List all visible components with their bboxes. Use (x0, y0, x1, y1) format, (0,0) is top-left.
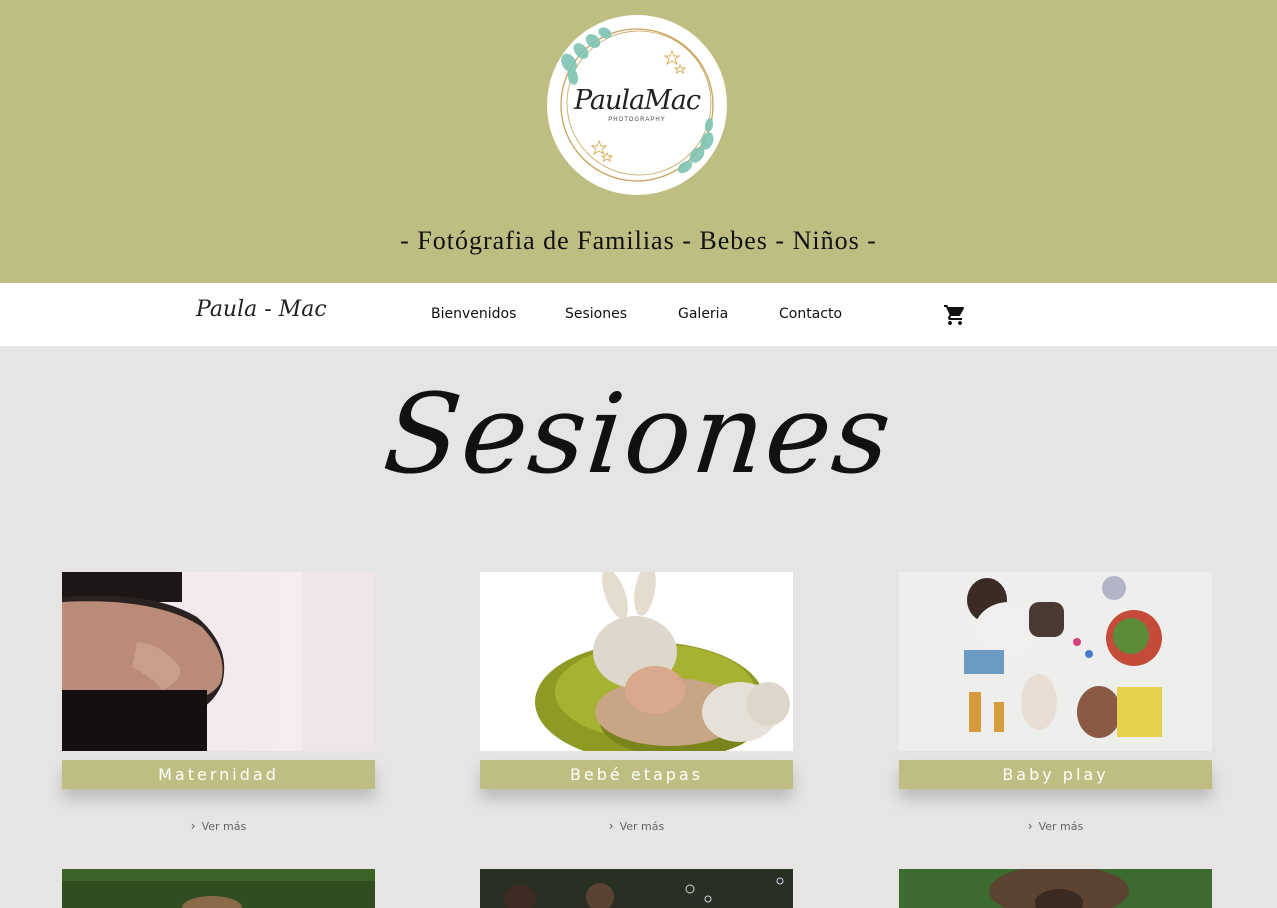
session-label[interactable]: Bebé etapas (480, 760, 793, 789)
maternity-photo[interactable] (62, 572, 375, 751)
nav-link-contacto[interactable]: Contacto (779, 306, 842, 322)
session-label[interactable]: Maternidad (62, 760, 375, 789)
baby-play-photo[interactable] (899, 572, 1212, 751)
see-more-label: Ver más (1038, 820, 1084, 833)
nav-brand[interactable]: Paula - Mac (196, 297, 327, 322)
session-card-row2-1[interactable] (62, 869, 375, 908)
session-photo[interactable] (899, 869, 1212, 908)
nav-link-sesiones[interactable]: Sesiones (565, 306, 627, 322)
see-more-link[interactable]: › Ver más (899, 819, 1212, 833)
baby-photo[interactable] (480, 572, 793, 751)
session-photo[interactable] (62, 869, 375, 908)
see-more-link[interactable]: › Ver más (62, 819, 375, 833)
chevron-right-icon: › (190, 819, 196, 833)
session-photo[interactable] (480, 869, 793, 908)
see-more-label: Ver más (619, 820, 665, 833)
logo-wordmark: PaulaMac (573, 85, 701, 116)
session-card-row2-3[interactable] (899, 869, 1212, 908)
chevron-right-icon: › (1027, 819, 1033, 833)
see-more-label: Ver más (201, 820, 247, 833)
nav-link-galeria[interactable]: Galeria (678, 306, 728, 322)
shopping-cart-icon[interactable] (943, 303, 967, 327)
logo[interactable]: PaulaMac PHOTOGRAPHY (547, 15, 727, 195)
page-title: Sesiones (378, 370, 899, 498)
session-label[interactable]: Baby play (899, 760, 1212, 789)
tagline: - Fotógrafia de Familias - Bebes - Niños… (400, 226, 877, 255)
logo-subtitle: PHOTOGRAPHY (608, 117, 666, 123)
hero-header: PaulaMac PHOTOGRAPHY - Fotógrafia de Fam… (0, 0, 1277, 283)
see-more-link[interactable]: › Ver más (480, 819, 793, 833)
top-navigation: Paula - Mac Bienvenidos Sesiones Galeria… (0, 283, 1277, 346)
nav-link-bienvenidos[interactable]: Bienvenidos (431, 306, 516, 322)
chevron-right-icon: › (608, 819, 614, 833)
session-card-row2-2[interactable] (480, 869, 793, 908)
